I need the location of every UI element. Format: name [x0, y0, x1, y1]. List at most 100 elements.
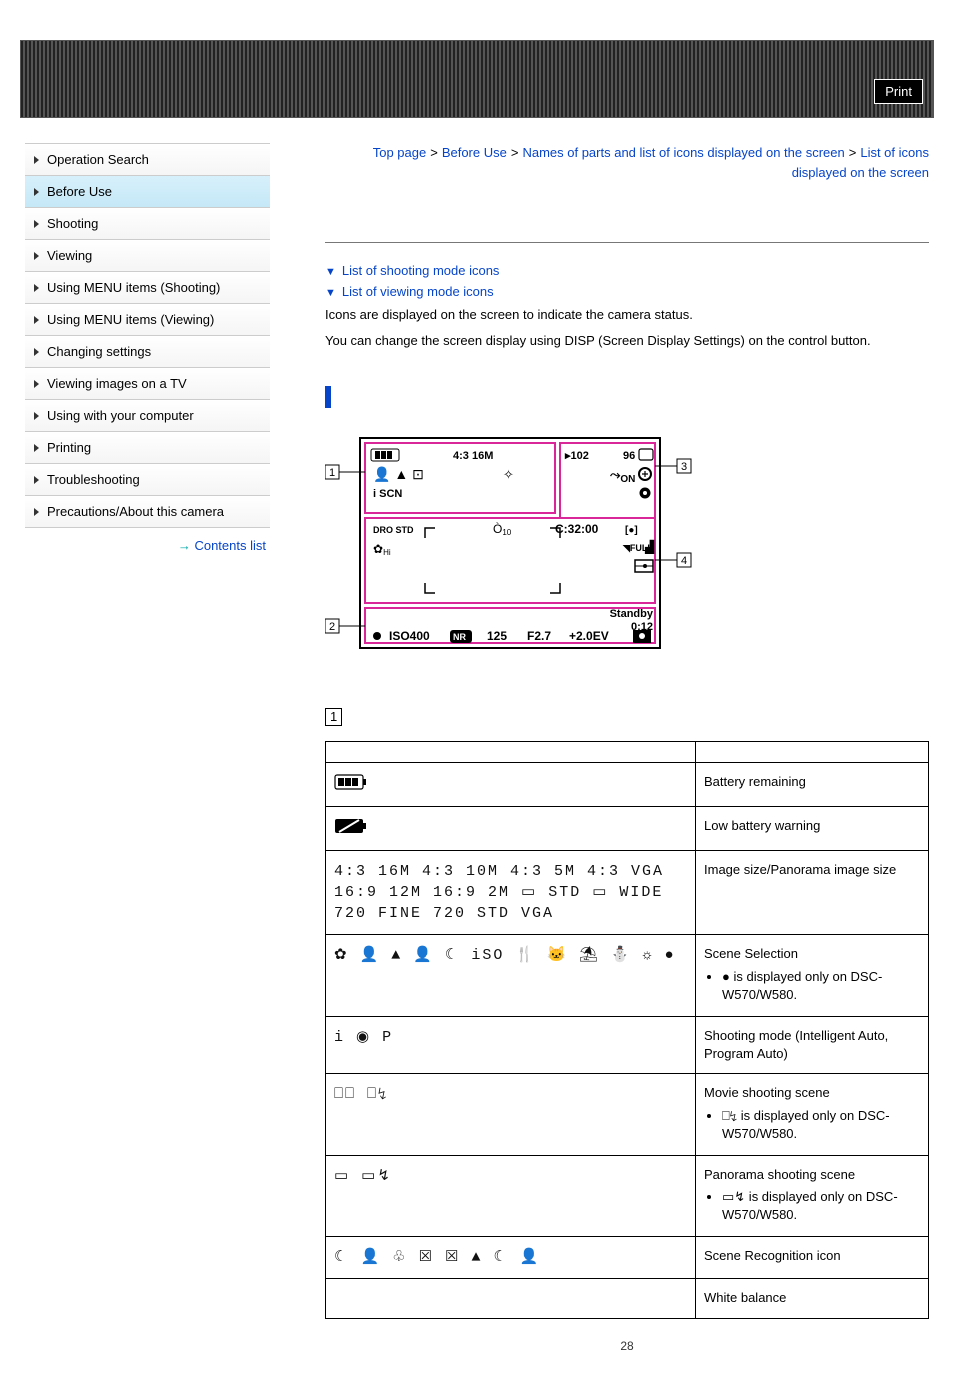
indication-cell: Shooting mode (Intelligent Auto, Program…	[696, 1016, 929, 1073]
sidebar-item-changing-settings[interactable]: Changing settings	[25, 336, 270, 368]
sidebar-item-label: Operation Search	[47, 152, 149, 167]
breadcrumb: Top page>Before Use>Names of parts and l…	[325, 143, 929, 182]
svg-text:✿Hi: ✿Hi	[373, 542, 391, 557]
panorama-scene-icons: ▭ ▭↯	[334, 1168, 392, 1185]
table-row: White balance	[326, 1279, 929, 1318]
sidebar-item-label: Troubleshooting	[47, 472, 140, 487]
table-header-display	[326, 742, 696, 763]
display-cell: 4:3 16M 4:3 10M 4:3 5M 4:3 VGA 16:9 12M …	[326, 851, 696, 935]
movie-scene-icons: ⎕⎕ ⎕↯	[334, 1086, 388, 1103]
display-cell: ▭ ▭↯	[326, 1155, 696, 1237]
sidebar-item-label: Shooting	[47, 216, 98, 231]
table-row: Low battery warning	[326, 807, 929, 851]
svg-text:125: 125	[487, 629, 507, 643]
indication-cell: Scene Recognition icon	[696, 1237, 929, 1279]
display-cell	[326, 763, 696, 807]
breadcrumb-top[interactable]: Top page	[373, 145, 427, 160]
icon-table: Battery remaining Low battery warning 4:…	[325, 741, 929, 1319]
svg-text:+2.0EV: +2.0EV	[569, 629, 609, 643]
image-size-icons: 4:3 16M 4:3 10M 4:3 5M 4:3 VGA 16:9 12M …	[334, 863, 664, 922]
svg-text:⤳ON: ⤳ON	[610, 467, 635, 485]
sidebar-item-precautions[interactable]: Precautions/About this camera	[25, 496, 270, 528]
intro-line1: Icons are displayed on the screen to ind…	[325, 305, 929, 325]
table-row: ⎕⎕ ⎕↯ Movie shooting scene ⎕↯ is display…	[326, 1074, 929, 1156]
indication-cell: Scene Selection ● is displayed only on D…	[696, 935, 929, 1017]
sidebar-item-label: Using with your computer	[47, 408, 194, 423]
sidebar-nav: Operation Search Before Use Shooting Vie…	[25, 143, 270, 563]
indication-cell: Image size/Panorama image size	[696, 851, 929, 935]
table-row: ✿ 👤 ▲ 👤 ☾ iSO 🍴 🐱 ⛱ ⛄ ☼ ● Scene Selectio…	[326, 935, 929, 1017]
scene-selection-icons: ✿ 👤 ▲ 👤 ☾ iSO 🍴 🐱 ⛱ ⛄ ☼ ●	[334, 947, 675, 964]
sidebar-item-before-use[interactable]: Before Use	[25, 176, 270, 208]
sidebar-item-troubleshooting[interactable]: Troubleshooting	[25, 464, 270, 496]
indication-cell: Movie shooting scene ⎕↯ is displayed onl…	[696, 1074, 929, 1156]
svg-text:i SCN: i SCN	[373, 488, 402, 500]
sidebar-item-label: Using MENU items (Shooting)	[47, 280, 220, 295]
dsc-note-icon: ●	[722, 969, 730, 984]
indication-cell: Low battery warning	[696, 807, 929, 851]
svg-text:NR: NR	[453, 632, 466, 642]
section-number-1: 1	[325, 708, 342, 726]
shooting-mode-icons: i ◉ P	[334, 1029, 393, 1046]
svg-text:ISO400: ISO400	[389, 629, 430, 643]
toc-viewing-icons[interactable]: List of viewing mode icons	[325, 284, 929, 299]
sidebar-item-label: Viewing images on a TV	[47, 376, 187, 391]
indication-cell: Panorama shooting scene ▭↯ is displayed …	[696, 1155, 929, 1237]
table-row: i ◉ P Shooting mode (Intelligent Auto, P…	[326, 1016, 929, 1073]
svg-text:4: 4	[681, 555, 687, 567]
breadcrumb-level1[interactable]: Before Use	[442, 145, 507, 160]
svg-text:F2.7: F2.7	[527, 629, 551, 643]
table-header-indication	[696, 742, 929, 763]
svg-text:2: 2	[329, 621, 335, 633]
header-stripe: Print	[20, 40, 934, 118]
sidebar-item-operation-search[interactable]: Operation Search	[25, 144, 270, 176]
svg-text:[●]: [●]	[625, 525, 638, 536]
page-number: 28	[325, 1339, 929, 1353]
sidebar-item-computer[interactable]: Using with your computer	[25, 400, 270, 432]
intro-text: Icons are displayed on the screen to ind…	[325, 305, 929, 350]
svg-text:▟: ▟	[644, 539, 655, 554]
sidebar-item-printing[interactable]: Printing	[25, 432, 270, 464]
display-cell: ✿ 👤 ▲ 👤 ☾ iSO 🍴 🐱 ⛱ ⛄ ☼ ●	[326, 935, 696, 1017]
section-marker	[325, 386, 331, 408]
display-cell: i ◉ P	[326, 1016, 696, 1073]
table-row: ☾ 👤 ♧ ☒ ☒ ▲ ☾ 👤 Scene Recognition icon	[326, 1237, 929, 1279]
svg-text:C:32:00: C:32:00	[555, 522, 599, 536]
svg-text:Ò10: Ò10	[493, 521, 512, 537]
svg-text:3: 3	[681, 461, 687, 473]
toc-shooting-icons[interactable]: List of shooting mode icons	[325, 263, 929, 278]
lcd-diagram-svg: 1 2 3 4 4:3 16M ▸102 96 👤 ▲ ⊡ ✧ ⤳ON	[325, 433, 695, 663]
sidebar-item-tv[interactable]: Viewing images on a TV	[25, 368, 270, 400]
sidebar-item-shooting[interactable]: Shooting	[25, 208, 270, 240]
sidebar-item-label: Precautions/About this camera	[47, 504, 224, 519]
scene-recognition-icons: ☾ 👤 ♧ ☒ ☒ ▲ ☾ 👤	[334, 1249, 541, 1266]
sidebar-item-menu-viewing[interactable]: Using MENU items (Viewing)	[25, 304, 270, 336]
contents-list-link[interactable]: → Contents list	[25, 528, 270, 563]
sidebar-item-label: Changing settings	[47, 344, 151, 359]
contents-list-label: Contents list	[194, 538, 266, 553]
intro-line2: You can change the screen display using …	[325, 331, 929, 351]
sidebar-item-viewing[interactable]: Viewing	[25, 240, 270, 272]
indication-cell: Battery remaining	[696, 763, 929, 807]
sidebar-item-label: Printing	[47, 440, 91, 455]
svg-text:DRO STD: DRO STD	[373, 525, 414, 535]
svg-text:4:3 16M: 4:3 16M	[453, 450, 493, 462]
display-cell: ☾ 👤 ♧ ☒ ☒ ▲ ☾ 👤	[326, 1237, 696, 1279]
sidebar-item-menu-shooting[interactable]: Using MENU items (Shooting)	[25, 272, 270, 304]
battery-icon	[334, 773, 370, 791]
print-button[interactable]: Print	[874, 79, 923, 104]
dsc-note-icon: ▭↯	[722, 1189, 745, 1204]
table-row: Battery remaining	[326, 763, 929, 807]
indication-cell: White balance	[696, 1279, 929, 1318]
display-cell: ⎕⎕ ⎕↯	[326, 1074, 696, 1156]
sidebar-item-label: Using MENU items (Viewing)	[47, 312, 214, 327]
breadcrumb-level2[interactable]: Names of parts and list of icons display…	[522, 145, 844, 160]
display-cell	[326, 807, 696, 851]
svg-text:✧: ✧	[503, 467, 514, 482]
dsc-note-icon: ⎕↯	[722, 1108, 737, 1123]
display-cell	[326, 1279, 696, 1318]
sidebar-item-label: Before Use	[47, 184, 112, 199]
sidebar-item-label: Viewing	[47, 248, 92, 263]
low-battery-icon	[334, 817, 370, 835]
svg-text:1: 1	[329, 467, 335, 479]
